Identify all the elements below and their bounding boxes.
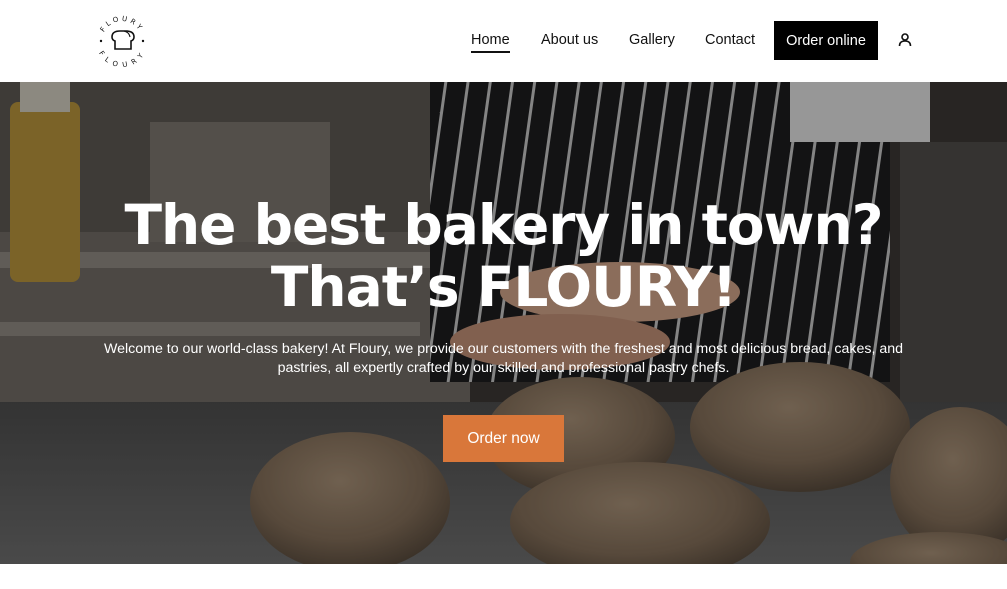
- hero-heading-line-1: The best bakery in town?: [124, 193, 883, 257]
- floury-logo[interactable]: FLOURY FLOURY: [94, 13, 150, 69]
- hero-heading-line-2: That’s FLOURY!: [270, 255, 737, 319]
- hero-overlay: [0, 82, 1007, 564]
- order-online-button[interactable]: Order online: [774, 21, 878, 60]
- nav-about-us[interactable]: About us: [541, 32, 598, 48]
- user-icon[interactable]: [896, 31, 914, 49]
- hero-description: Welcome to our world-class bakery! At Fl…: [103, 341, 904, 376]
- nav-home[interactable]: Home: [471, 32, 510, 53]
- hero-section: The best bakery in town? That’s FLOURY! …: [0, 82, 1007, 564]
- svg-text:FLOURY: FLOURY: [97, 50, 147, 69]
- nav-gallery[interactable]: Gallery: [629, 32, 675, 48]
- order-now-button[interactable]: Order now: [443, 415, 564, 462]
- hero-heading: The best bakery in town? That’s FLOURY!: [0, 194, 1007, 318]
- nav-contact[interactable]: Contact: [705, 32, 755, 48]
- site-header: FLOURY FLOURY Home About us Gallery Cont…: [0, 0, 1007, 82]
